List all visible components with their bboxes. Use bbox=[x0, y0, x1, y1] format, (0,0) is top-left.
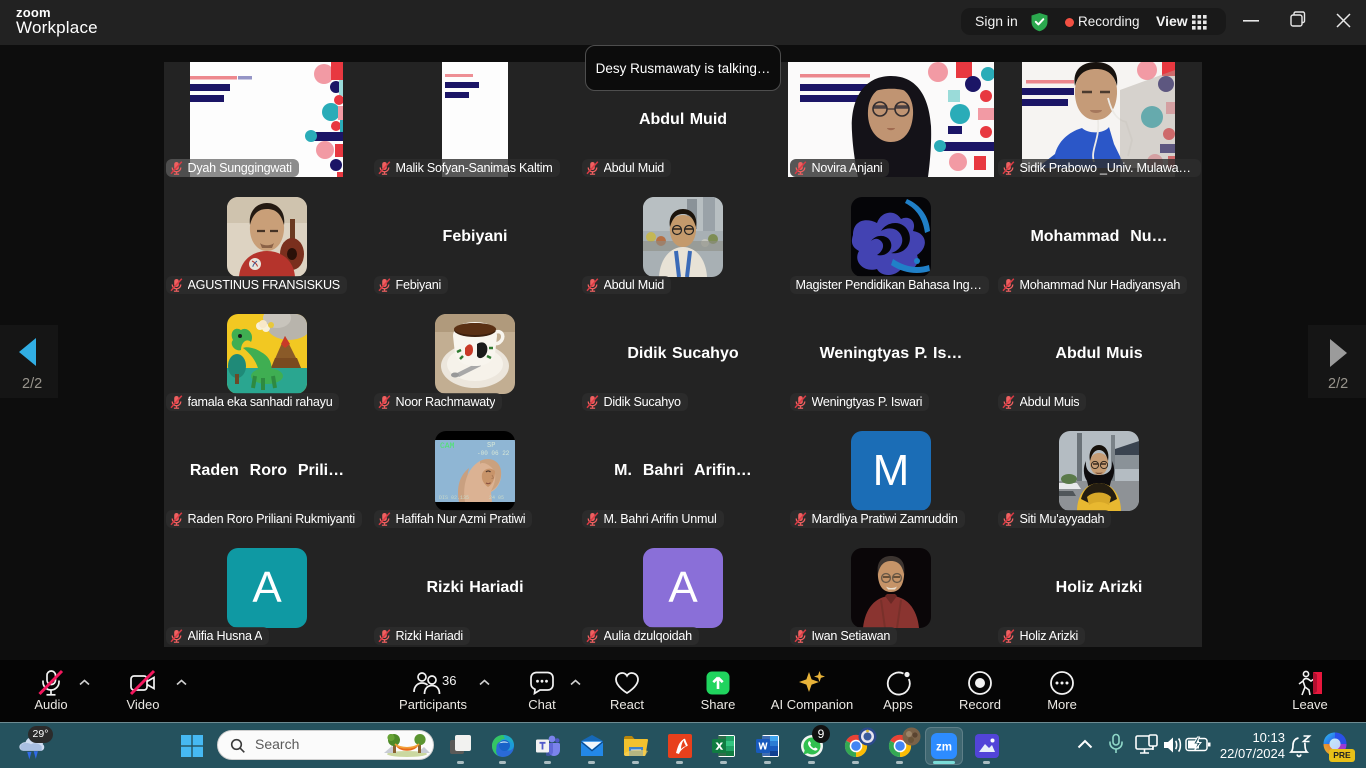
svg-text:-00 06 22: -00 06 22 bbox=[477, 450, 510, 457]
svg-text:DIS 02.135: DIS 02.135 bbox=[439, 495, 469, 501]
svg-text:36: 36 bbox=[442, 673, 456, 688]
svg-text:SP: SP bbox=[487, 442, 495, 450]
svg-text:24 05: 24 05 bbox=[489, 495, 504, 501]
svg-text:zm: zm bbox=[936, 742, 952, 754]
svg-text:CAM: CAM bbox=[440, 442, 455, 451]
